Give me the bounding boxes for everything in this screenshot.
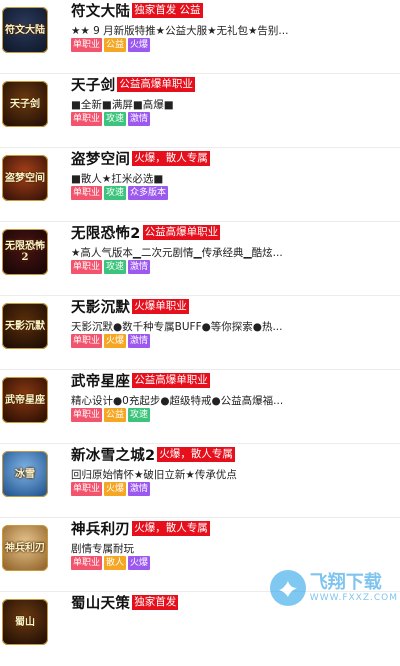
game-tag: 单职业 [71,482,103,496]
game-tag: 单职业 [71,112,103,126]
watermark-url-text: WWW.FXXZ.COM [309,593,398,603]
game-list-item[interactable]: 无限恐怖2 无限恐怖2 公益高爆单职业 ★高人气版本▁二次元剧情▁传承经典▁酷炫...… [0,222,400,296]
game-tag: 攻速 [104,112,127,126]
tag-list: 单职业 火爆 激情 [71,482,151,496]
game-tag: 单职业 [71,186,103,200]
game-icon-logo-text: 天影沉默 [5,320,45,332]
game-list-item[interactable]: 武帝星座 武帝星座 公益高爆单职业 精心设计●0充起步●超级特戒●公益高爆福... 单职… [0,370,400,444]
title-row: 天子剑 公益高爆单职业 [71,74,195,94]
promo-badge: 公益高爆单职业 [117,76,195,92]
watermark-main-text: 飞翔下载 [309,572,382,593]
game-icon-logo-text: 盗梦空间 [5,172,45,184]
game-tag: 火爆 [128,556,151,570]
title-row: 盗梦空间 火爆，散人专属 [71,148,210,168]
game-icon-logo-text: 冰雪 [15,468,35,480]
game-icon[interactable]: 蜀山 [2,599,48,645]
title-row: 新冰雪之城2 火爆，散人专属 [71,444,235,464]
game-title[interactable]: 神兵利刃 [71,518,130,539]
game-icon-logo-text: 武帝星座 [5,394,45,406]
game-description: ■散人★扛米必选■ [71,173,164,185]
title-row: 无限恐怖2 公益高爆单职业 [71,222,221,243]
game-tag: 激情 [128,482,151,496]
game-description: ★★ 9 月新版特推★公益大服★无礼包★告别... [71,25,289,37]
game-tag: 激情 [128,334,151,348]
game-list-item[interactable]: 天影沉默 天影沉默 火爆单职业 天影沉默●数千种专属BUFF●等你探索●热... 单职业… [0,296,400,370]
game-icon-logo-text: 天子剑 [10,98,40,110]
tag-list: 单职业 攻速 激情 [71,260,151,274]
game-icon[interactable]: 冰雪 [2,451,48,497]
game-tag: 激情 [128,112,151,126]
game-title[interactable]: 盗梦空间 [71,148,130,169]
game-description: 精心设计●0充起步●超级特戒●公益高爆福... [71,395,284,407]
promo-badge: 公益高爆单职业 [132,372,210,388]
tag-list: 单职业 公益 攻速 [71,408,151,422]
game-list-item[interactable]: 符文大陆 符文大陆 独家首发 公益 ★★ 9 月新版特推★公益大服★无礼包★告别...… [0,0,400,74]
game-tag: 单职业 [71,38,103,52]
game-title[interactable]: 天子剑 [71,74,115,95]
game-icon-logo-text: 符文大陆 [5,24,45,36]
game-icon[interactable]: 盗梦空间 [2,155,48,201]
game-list-item[interactable]: 盗梦空间 盗梦空间 火爆，散人专属 ■散人★扛米必选■ 单职业 攻速 众多版本 [0,148,400,222]
game-list-item[interactable]: 天子剑 天子剑 公益高爆单职业 ■全新■满屏■高爆■ 单职业 攻速 激情 [0,74,400,148]
tag-list: 单职业 攻速 众多版本 [71,186,169,200]
game-description: ★高人气版本▁二次元剧情▁传承经典▁酷炫... [71,247,283,259]
game-tag: 单职业 [71,556,103,570]
game-tag: 攻速 [104,186,127,200]
game-tag: 单职业 [71,334,103,348]
game-description: 回归原始情怀★破旧立新★传承优点 [71,469,237,481]
game-tag: 散人 [104,556,127,570]
promo-badge: 火爆，散人专属 [132,520,210,536]
game-tag: 公益 [104,408,127,422]
tag-list: 单职业 火爆 激情 [71,334,151,348]
game-tag: 火爆 [128,38,151,52]
game-icon[interactable]: 天影沉默 [2,303,48,349]
title-row: 天影沉默 火爆单职业 [71,296,189,316]
game-title[interactable]: 新冰雪之城2 [71,444,155,465]
game-icon-logo-text: 蜀山 [15,616,35,628]
promo-badge: 火爆，散人专属 [157,446,235,462]
game-icon[interactable]: 神兵利刃 [2,525,48,571]
game-description: 剧情专属耐玩 [71,543,134,555]
game-tag: 单职业 [71,408,103,422]
game-title[interactable]: 蜀山天策 [71,592,130,613]
game-tag: 火爆 [104,334,127,348]
game-icon[interactable]: 武帝星座 [2,377,48,423]
game-icon[interactable]: 无限恐怖2 [2,229,48,275]
tag-list: 单职业 攻速 激情 [71,112,151,126]
bird-logo-icon [270,570,306,606]
game-title[interactable]: 武帝星座 [71,370,130,391]
game-title[interactable]: 天影沉默 [71,296,130,317]
game-tag: 众多版本 [128,186,169,200]
tag-list: 单职业 公益 火爆 [71,38,151,52]
game-tag: 公益 [104,38,127,52]
game-tag: 激情 [128,260,151,274]
promo-badge: 火爆，散人专属 [132,150,210,166]
game-tag: 火爆 [104,482,127,496]
game-icon-logo-text: 神兵利刃 [5,542,45,554]
game-description: 天影沉默●数千种专属BUFF●等你探索●热... [71,321,283,333]
title-row: 神兵利刃 火爆，散人专属 [71,518,210,538]
game-description: ■全新■满屏■高爆■ [71,99,174,111]
game-icon[interactable]: 符文大陆 [2,7,48,53]
game-title[interactable]: 无限恐怖2 [71,222,141,243]
title-row: 蜀山天策 独家首发 [71,592,179,613]
game-tag: 攻速 [128,408,151,422]
title-row: 武帝星座 公益高爆单职业 [71,370,210,390]
title-row: 符文大陆 独家首发 公益 [71,0,203,20]
site-watermark: 飞翔下载 WWW.FXXZ.COM [270,566,398,610]
promo-badge: 火爆单职业 [132,298,189,314]
game-title[interactable]: 符文大陆 [71,0,130,21]
promo-badge: 独家首发 公益 [132,2,203,18]
game-icon-logo-text: 无限恐怖2 [5,241,45,263]
tag-list: 单职业 散人 火爆 [71,556,151,570]
promo-badge: 公益高爆单职业 [142,224,221,240]
game-icon[interactable]: 天子剑 [2,81,48,127]
promo-badge: 独家首发 [132,594,179,610]
game-tag: 攻速 [104,260,127,274]
game-tag: 单职业 [71,260,103,274]
game-list-item[interactable]: 冰雪 新冰雪之城2 火爆，散人专属回归原始情怀★破旧立新★传承优点 单职业 火爆 激情 [0,444,400,518]
